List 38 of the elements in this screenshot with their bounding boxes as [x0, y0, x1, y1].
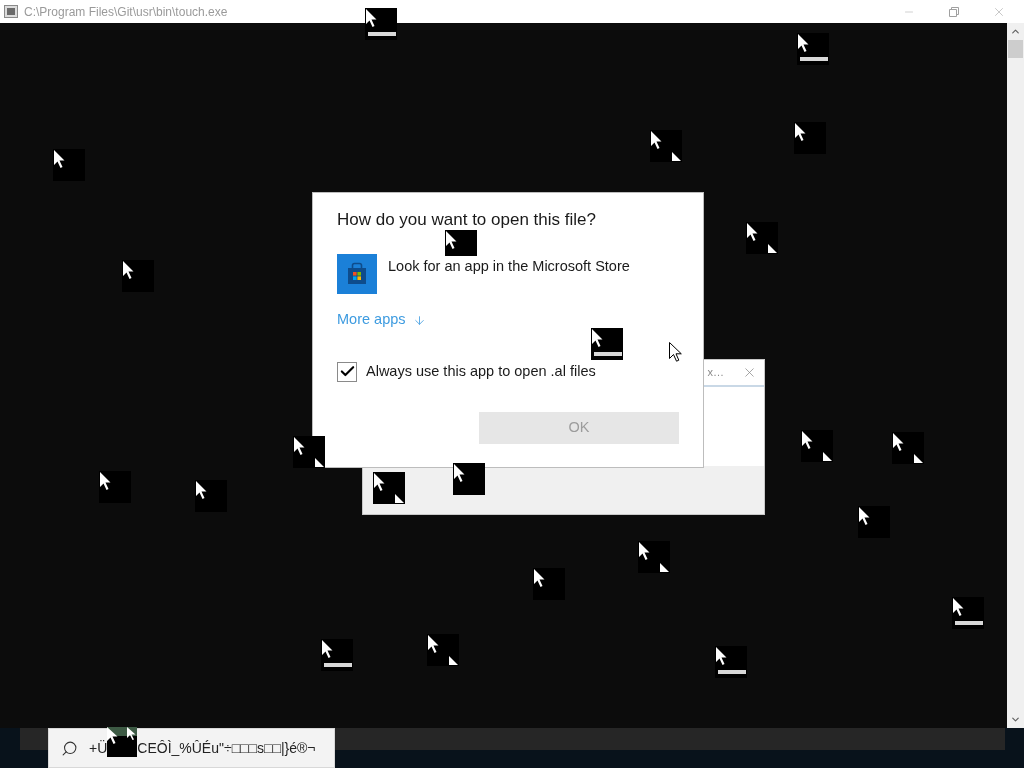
cursor-tile-icon [53, 149, 85, 181]
cursor-tile-icon [858, 506, 890, 538]
cursor-tile-icon [797, 33, 829, 65]
cursor-tile-icon [99, 471, 131, 503]
cursor-tile-icon [591, 328, 623, 360]
mouse-pointer-icon [669, 342, 682, 362]
cursor-tile-icon [533, 568, 565, 600]
down-arrow-icon [412, 313, 426, 327]
window-title: C:\Program Files\Git\usr\bin\touch.exe [24, 3, 228, 21]
search-text: CEÔÌ_%ÛÉu"÷□□□s□□|}é®¬ [137, 738, 316, 758]
cursor-tile-icon [794, 122, 826, 154]
checkbox[interactable] [337, 361, 357, 382]
cursor-tile-icon [195, 480, 227, 512]
restore-icon [948, 6, 959, 17]
cursor-tile-icon [638, 541, 670, 573]
cursor-tile-icon [373, 472, 405, 504]
cursor-tile-icon [650, 130, 682, 162]
cursor-tile-icon [122, 260, 154, 292]
checkbox-label: Always use this app to open .al files [366, 362, 596, 381]
search-text: +Ü [89, 738, 108, 758]
search-icon [61, 739, 78, 757]
cursor-tile-icon [715, 646, 747, 678]
dialog-title: x… [707, 365, 724, 381]
cursor-tile-icon [892, 432, 924, 464]
cursor-tile-icon [321, 639, 353, 671]
store-bag-icon[interactable] [337, 254, 377, 294]
cursor-tile-icon [952, 597, 984, 629]
cursor-tile-icon [427, 634, 459, 666]
cursor-tile-icon [445, 230, 477, 256]
store-option[interactable]: Look for an app in the Microsoft Store [388, 258, 630, 275]
cursor-tile-icon [746, 222, 778, 254]
scrollbar-thumb[interactable] [1008, 40, 1023, 58]
cursor-tile-icon [107, 727, 138, 757]
console-window-icon [4, 5, 18, 18]
chevron-down-icon [1010, 714, 1021, 725]
dialog-heading: How do you want to open this file? [337, 210, 597, 230]
cursor-tile-icon [801, 430, 833, 462]
search-field[interactable]: +Ü CEÔÌ_%ÛÉu"÷□□□s□□|}é®¬ [48, 728, 335, 768]
